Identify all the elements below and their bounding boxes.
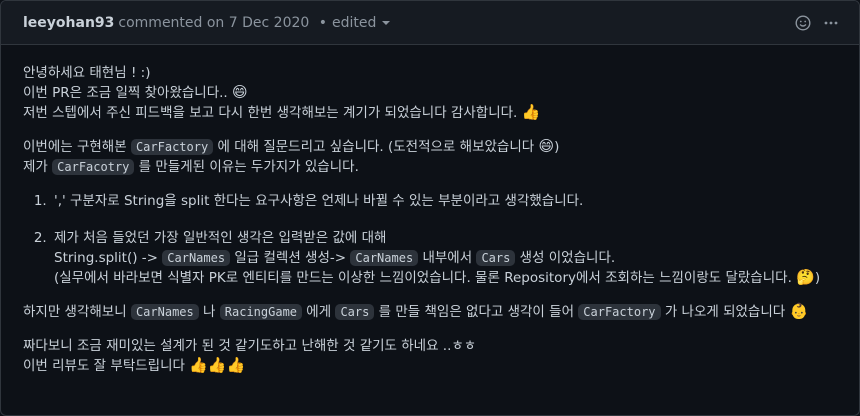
text: ) (554, 139, 560, 155)
text: 내부에서 (418, 250, 477, 266)
reasons-list: ',' 구분자로 String을 split 한다는 요구사항은 언제나 바뀔 … (23, 191, 839, 288)
text: ',' 구분자로 String을 split 한다는 요구사항은 언제나 바뀔 … (54, 193, 584, 209)
text: 일급 컬렉션 생성-> (230, 250, 351, 266)
thumbs-up-emoji-icon: 👍 (521, 103, 541, 121)
text: 생성 이었습니다. (515, 250, 616, 266)
grin-emoji-icon: 😄 (232, 83, 248, 101)
grin-emoji-icon: 😄 (538, 137, 555, 155)
smiley-icon[interactable] (795, 14, 811, 31)
comment-card: leeyohan93 commented on 7 Dec 2020 • edit… (0, 0, 860, 416)
code-carfacotry: CarFacotry (52, 159, 135, 175)
edited-dropdown[interactable]: edited (332, 14, 391, 31)
text: 나 (198, 304, 220, 320)
comment-header: leeyohan93 commented on 7 Dec 2020 • edit… (1, 1, 859, 45)
list-item: ',' 구분자로 String을 split 한다는 요구사항은 언제나 바뀔 … (51, 191, 839, 211)
text: 이번에는 구현해본 (23, 139, 131, 155)
edited-label: edited (332, 14, 377, 31)
comment-meta: commented on 7 Dec 2020 • edited (118, 14, 391, 31)
comment-body: 안녕하세요 태현님 ! :) 이번 PR은 조금 일찍 찾아왔습니다.. 😄 저… (1, 45, 859, 376)
text: 이번 PR은 조금 일찍 찾아왔습니다.. (23, 85, 233, 101)
action-text: commented on (118, 14, 225, 31)
text: 저번 스텝에서 주신 피드백을 보고 다시 한번 생각해보는 계기가 되었습니다… (23, 105, 522, 121)
author-link[interactable]: leeyohan93 (23, 15, 114, 31)
paragraph-reason: 하지만 생각해보니 CarNames 나 RacingGame 에게 Cars … (23, 302, 839, 322)
text: 안녕하세요 태현님 ! :) (23, 65, 151, 81)
list-item: 제가 처음 들었던 가장 일반적인 생각은 입력받은 값에 대해 String.… (51, 228, 839, 288)
text: 제가 처음 들었던 가장 일반적인 생각은 입력받은 값에 대해 (54, 230, 387, 246)
code-cars: Cars (335, 304, 375, 320)
text: 에게 (302, 304, 336, 320)
paragraph-question: 이번에는 구현해본 CarFactory 에 대해 질문드리고 싶습니다. (도… (23, 137, 839, 177)
text: 하지만 생각해보니 (23, 304, 131, 320)
code-carfactory: CarFactory (578, 304, 661, 320)
thinking-emoji-icon: 🤔 (796, 268, 815, 286)
thumbs-up-emoji-icon: 👍👍👍 (189, 356, 246, 374)
text: 제가 (23, 159, 53, 175)
text: 짜다보니 조금 재미있는 설계가 된 것 같기도하고 난해한 것 같기도 하네요… (23, 338, 477, 354)
code-carnames: CarNames (162, 250, 231, 266)
paragraph-closing: 짜다보니 조금 재미있는 설계가 된 것 같기도하고 난해한 것 같기도 하네요… (23, 336, 839, 376)
code-carnames: CarNames (350, 250, 419, 266)
code-carfactory: CarFactory (130, 139, 214, 155)
caret-down-icon (382, 20, 391, 25)
text: 가 나오게 되었습니다 (660, 304, 790, 320)
code-racinggame: RacingGame (219, 304, 303, 320)
code-carnames: CarNames (130, 304, 199, 320)
text: String.split() -> (54, 250, 163, 266)
kebab-menu-icon[interactable] (823, 15, 839, 31)
code-cars: Cars (476, 250, 516, 266)
text: 를 만들게된 이유는 두가지가 있습니다. (134, 159, 359, 175)
separator: • (318, 14, 328, 31)
header-actions (795, 14, 839, 31)
text: 에 대해 질문드리고 싶습니다. (도전적으로 해보았습니다 (213, 139, 539, 155)
timestamp-link[interactable]: 7 Dec 2020 (229, 15, 310, 31)
paragraph-greeting: 안녕하세요 태현님 ! :) 이번 PR은 조금 일찍 찾아왔습니다.. 😄 저… (23, 63, 839, 123)
text: 를 만들 책임은 없다고 생각이 들어 (374, 304, 579, 320)
text: ) (814, 270, 821, 286)
text: 이번 리뷰도 잘 부탁드립니다 (23, 358, 190, 374)
text: (실무에서 바라보면 식별자 PK로 엔티티를 만드는 이상한 느낌이었습니다.… (54, 270, 797, 286)
baby-emoji-icon: 👶 (789, 302, 809, 320)
